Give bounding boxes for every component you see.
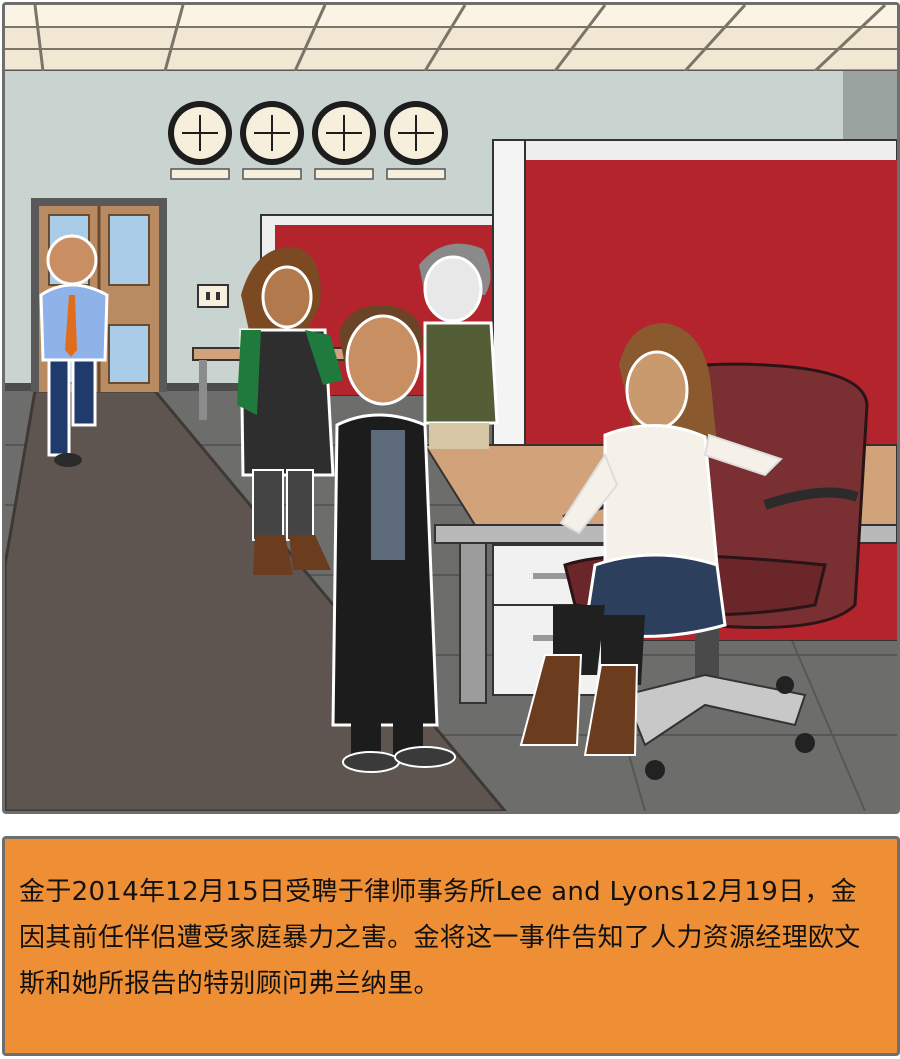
office-illustration (5, 5, 897, 811)
caption-text: 金于2014年12月15日受聘于律师事务所Lee and Lyons12月19日… (19, 877, 861, 999)
caption-box: 金于2014年12月15日受聘于律师事务所Lee and Lyons12月19日… (2, 836, 900, 1056)
ceiling (5, 5, 897, 73)
light-switch-icon (197, 284, 229, 308)
character-grey-man (419, 243, 499, 449)
comic-panel (2, 2, 900, 814)
